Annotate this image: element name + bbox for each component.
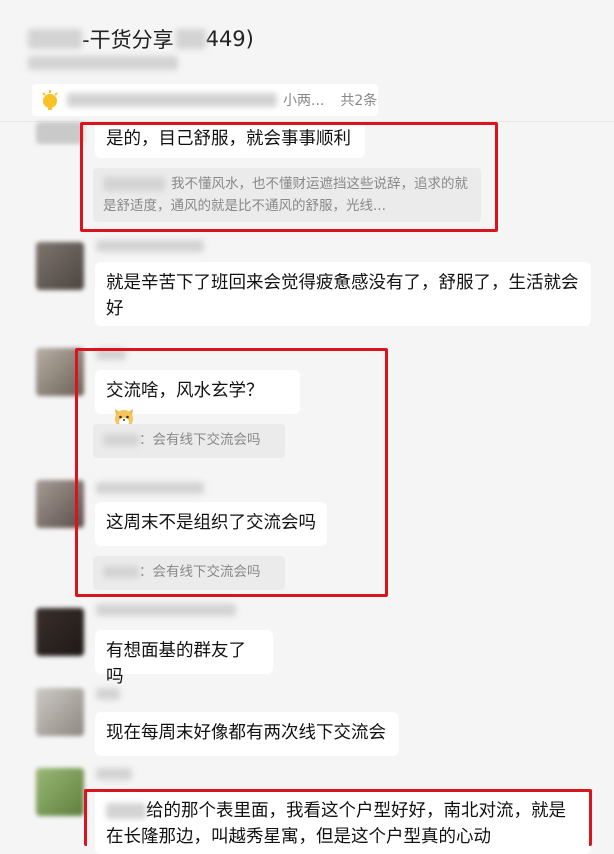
- message-bubble[interactable]: 交流啥，风水玄学？: [95, 370, 300, 428]
- sender-name-blurred: [96, 240, 204, 252]
- quoted-reply[interactable]: ：会有线下交流会吗: [93, 424, 285, 458]
- quoted-text: ：会有线下交流会吗: [139, 564, 261, 580]
- avatar[interactable]: [36, 122, 84, 144]
- quoted-author-blurred: [103, 434, 139, 446]
- avatar[interactable]: [36, 688, 84, 736]
- quoted-author-blurred: [103, 177, 165, 191]
- title-suffix: -干货分享: [82, 28, 174, 52]
- message-text: 给的那个表里面，我看这个户型好好，南北对流，就是在长隆那边，叫越秀星寓，但是这个…: [106, 801, 566, 847]
- chat-header: -干货分享 449) 小两... 共2条: [0, 0, 614, 122]
- pinned-announcement-bar[interactable]: 小两... 共2条: [32, 84, 378, 116]
- avatar[interactable]: [36, 768, 84, 816]
- avatar[interactable]: [36, 608, 84, 656]
- message-text: 交流啥，风水玄学？: [106, 381, 264, 401]
- sender-name-blurred: [96, 768, 132, 780]
- pin-blurred-text: [67, 93, 277, 107]
- announcement-bulb-icon: [39, 89, 61, 111]
- avatar[interactable]: [36, 480, 84, 528]
- pin-text: 小两...: [283, 93, 325, 109]
- avatar[interactable]: [36, 242, 84, 290]
- message-bubble[interactable]: 这周末不是组织了交流会吗: [95, 502, 327, 546]
- message-bubble[interactable]: 有想面基的群友了吗: [95, 630, 273, 687]
- title-member-count: 449): [205, 27, 254, 51]
- chat-title[interactable]: -干货分享 449): [28, 22, 254, 56]
- avatar[interactable]: [36, 348, 84, 396]
- quoted-reply[interactable]: 我不懂风水，也不懂财运遮挡这些说辞，追求的就是舒适度，通风的就是比不通风的舒服，…: [93, 168, 481, 222]
- quoted-reply[interactable]: ：会有线下交流会吗: [93, 556, 285, 590]
- message-bubble[interactable]: 是的，目己舒服，就会事事顺利: [95, 122, 365, 158]
- sender-name-blurred: [96, 348, 126, 360]
- quoted-author-blurred: [103, 566, 139, 578]
- message-bubble[interactable]: 就是辛苦下了班回来会觉得疲惫感没有了，舒服了，生活就会好: [95, 262, 591, 326]
- mention-blurred: [106, 803, 146, 819]
- sender-name-blurred: [96, 482, 204, 494]
- pin-count: 共2条: [340, 93, 378, 109]
- subtitle-blurred: [28, 56, 178, 70]
- message-bubble[interactable]: 给的那个表里面，我看这个户型好好，南北对流，就是在长隆那边，叫越秀星寓，但是这个…: [95, 790, 591, 854]
- title-blurred-part: [28, 29, 82, 49]
- title-blurred-part-2: [175, 29, 206, 49]
- sender-name-blurred: [96, 688, 120, 700]
- sender-name-blurred: [96, 604, 236, 616]
- message-bubble[interactable]: 现在每周末好像都有两次线下交流会: [95, 712, 399, 756]
- quoted-text: ：会有线下交流会吗: [139, 432, 261, 448]
